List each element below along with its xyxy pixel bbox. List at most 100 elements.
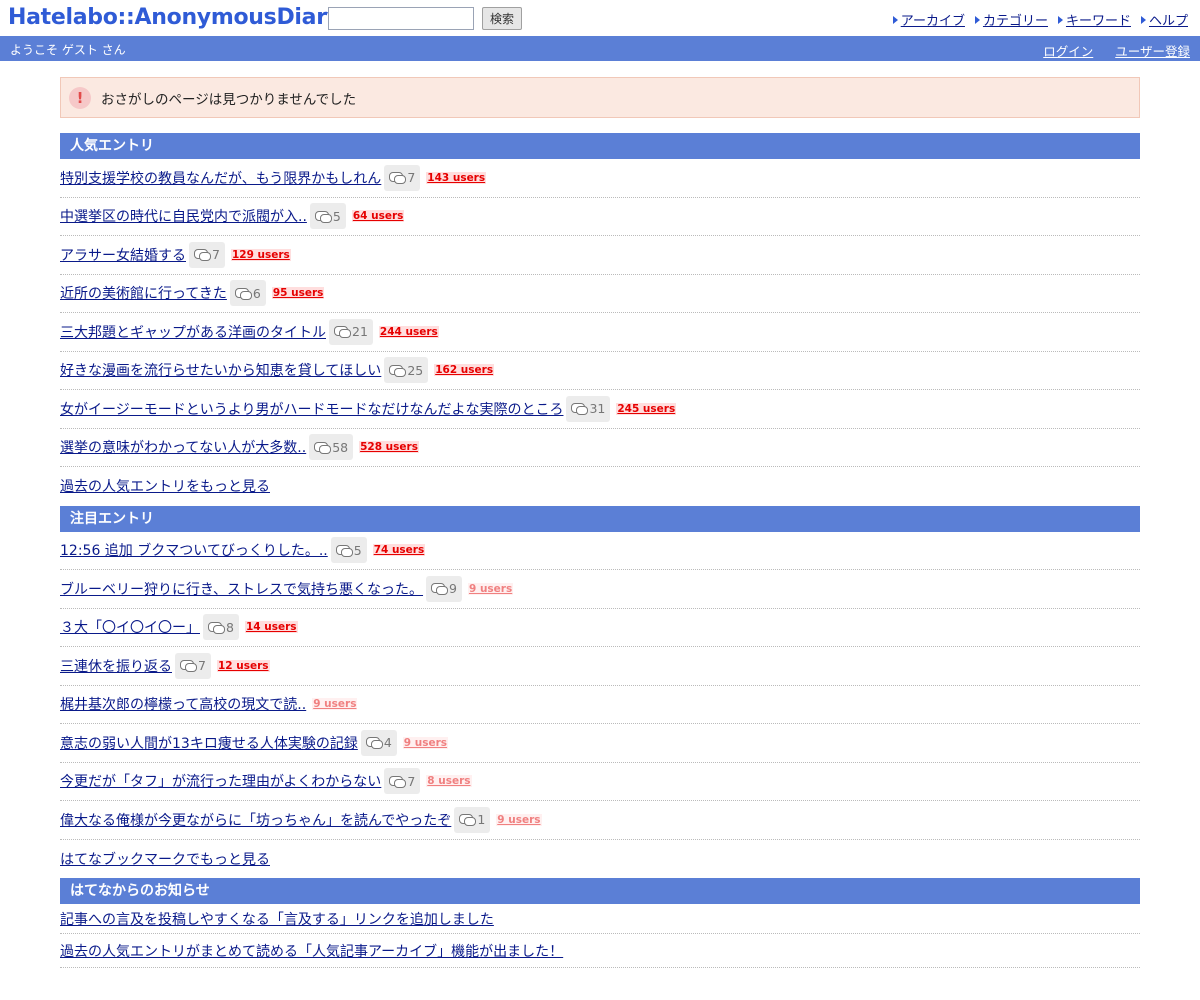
entry-title-link[interactable]: 女がイージーモードというより男がハードモードなだけなんだよな実際のところ xyxy=(60,399,563,419)
nav-help-link[interactable]: ヘルプ xyxy=(1149,10,1188,29)
comment-count-badge[interactable]: 8 xyxy=(203,614,239,641)
comment-bubble-icon xyxy=(314,441,332,454)
notice-message: おさがしのページは見つかりませんでした xyxy=(101,91,357,108)
entry-row: 近所の美術館に行ってきた 6 95 users xyxy=(60,275,1140,313)
entry-row: 12:56 追加 ブクマついてびっくりした。.. 5 74 users xyxy=(60,532,1140,570)
comment-count: 21 xyxy=(352,324,368,340)
entry-title-link[interactable]: 中選挙区の時代に自民党内で派閥が入.. xyxy=(60,206,307,226)
arrow-icon xyxy=(1057,15,1063,24)
entry-title-link[interactable]: 近所の美術館に行ってきた xyxy=(60,283,227,303)
entry-title-link[interactable]: 梶井基次郎の檸檬って高校の現文で読.. xyxy=(60,694,306,714)
popular-more-link[interactable]: 過去の人気エントリをもっと見る xyxy=(60,476,270,496)
comment-count-badge[interactable]: 9 xyxy=(426,575,462,602)
comment-count: 7 xyxy=(407,773,416,789)
comment-count-badge[interactable]: 31 xyxy=(566,395,611,422)
bookmark-users-link[interactable]: 64 users xyxy=(351,210,405,223)
news-link[interactable]: 過去の人気エントリがまとめて読める「人気記事アーカイブ」機能が出ました！ xyxy=(60,941,563,961)
site-logo[interactable]: Hatelabo::AnonymousDiary xyxy=(8,4,341,32)
popular-entry-list: 特別支援学校の教員なんだが、もう限界かもしれん 7 143 users 中選挙区の時代… xyxy=(60,159,1140,467)
comment-bubble-icon xyxy=(334,326,351,339)
nav-category[interactable]: カテゴリー xyxy=(974,10,1048,29)
entry-row: 中選挙区の時代に自民党内で派閥が入.. 5 64 users xyxy=(60,198,1140,236)
nav-archive[interactable]: アーカイブ xyxy=(892,10,965,29)
comment-count-badge[interactable]: 5 xyxy=(309,203,346,230)
entry-row: 今更だが「タフ」が流行った理由がよくわからない 7 8 users xyxy=(60,763,1140,801)
bookmark-users-link[interactable]: 12 users xyxy=(216,659,270,672)
entry-title-link[interactable]: 選挙の意味がわかってない人が大多数.. xyxy=(60,437,306,457)
entry-title-link[interactable]: 偉大なる俺様が今更ながらに「坊っちゃん」を読んでやったぞ xyxy=(60,810,451,830)
bookmark-users-link[interactable]: 129 users xyxy=(230,248,291,261)
top-nav: アーカイブ カテゴリー キーワード ヘルプ xyxy=(892,10,1188,29)
popular-more: 過去の人気エントリをもっと見る xyxy=(60,467,1140,506)
entry-title-link[interactable]: 好きな漫画を流行らせたいから知恵を貸してほしい xyxy=(60,360,381,380)
bookmark-users-link[interactable]: 528 users xyxy=(359,441,419,454)
bookmark-users-link[interactable]: 244 users xyxy=(378,325,439,338)
comment-count-badge[interactable]: 1 xyxy=(454,806,491,833)
comment-bubble-icon xyxy=(335,544,353,557)
welcome-text: ようこそ ゲスト さん xyxy=(10,43,126,57)
user-links: ログイン ユーザー登録 xyxy=(1043,41,1190,60)
entry-title-link[interactable]: ３大「〇イ〇イ〇ー」 xyxy=(60,617,200,637)
entry-title-link[interactable]: 12:56 追加 ブクマついてびっくりした。.. xyxy=(60,540,328,560)
bookmark-users-link[interactable]: 8 users xyxy=(426,775,472,788)
register-link[interactable]: ユーザー登録 xyxy=(1115,41,1190,60)
entry-title-link[interactable]: 意志の弱い人間が13キロ痩せる人体実験の記録 xyxy=(60,733,358,753)
nav-category-link[interactable]: カテゴリー xyxy=(983,10,1048,29)
comment-count-badge[interactable]: 7 xyxy=(384,164,421,191)
comment-bubble-icon xyxy=(365,737,383,750)
entry-row: 意志の弱い人間が13キロ痩せる人体実験の記録 4 9 users xyxy=(60,724,1140,763)
news-item: 記事への言及を投稿しやすくなる「言及する」リンクを追加しました xyxy=(60,904,1140,934)
comment-count-badge[interactable]: 6 xyxy=(229,280,266,307)
entry-row: 三大邦題とギャップがある洋画のタイトル 21 244 users xyxy=(60,313,1140,352)
entry-title-link[interactable]: 特別支援学校の教員なんだが、もう限界かもしれん xyxy=(60,168,381,188)
entry-row: アラサー女結婚する 7 129 users xyxy=(60,236,1140,275)
exclamation-icon: ! xyxy=(69,86,91,109)
bookmark-users-link[interactable]: 14 users xyxy=(244,621,298,634)
bookmark-users-link[interactable]: 9 users xyxy=(402,736,449,749)
comment-bubble-icon xyxy=(389,364,407,377)
attention-more-link[interactable]: はてなブックマークでもっと見る xyxy=(60,849,270,869)
bookmark-users-link[interactable]: 9 users xyxy=(467,582,514,595)
entry-row: 梶井基次郎の檸檬って高校の現文で読.. 9 users xyxy=(60,686,1140,724)
bookmark-users-link[interactable]: 245 users xyxy=(616,402,677,415)
search-input[interactable] xyxy=(328,7,474,30)
comment-count: 7 xyxy=(407,170,416,186)
entry-row: 特別支援学校の教員なんだが、もう限界かもしれん 7 143 users xyxy=(60,159,1140,198)
search-button[interactable]: 検索 xyxy=(482,7,522,30)
bookmark-users-link[interactable]: 143 users xyxy=(426,171,487,184)
comment-count: 7 xyxy=(212,247,220,263)
comment-count-badge[interactable]: 7 xyxy=(175,652,211,679)
nav-keyword[interactable]: キーワード xyxy=(1057,10,1131,29)
login-link[interactable]: ログイン xyxy=(1043,41,1093,60)
attention-entry-list: 12:56 追加 ブクマついてびっくりした。.. 5 74 users ブルーベリー狩… xyxy=(60,532,1140,840)
bookmark-users-link[interactable]: 9 users xyxy=(312,698,358,711)
news-link[interactable]: 記事への言及を投稿しやすくなる「言及する」リンクを追加しました xyxy=(60,909,494,929)
comment-bubble-icon xyxy=(314,210,332,223)
comment-count-badge[interactable]: 21 xyxy=(329,318,373,345)
comment-count-badge[interactable]: 58 xyxy=(309,434,354,461)
entry-title-link[interactable]: 三連休を振り返る xyxy=(60,656,172,676)
comment-count-badge[interactable]: 7 xyxy=(384,768,421,795)
entry-title-link[interactable]: 今更だが「タフ」が流行った理由がよくわからない xyxy=(60,771,381,791)
comment-count-badge[interactable]: 7 xyxy=(189,241,225,268)
comment-bubble-icon xyxy=(234,287,252,300)
nav-help[interactable]: ヘルプ xyxy=(1140,10,1188,29)
entry-title-link[interactable]: アラサー女結婚する xyxy=(60,245,186,265)
comment-count-badge[interactable]: 5 xyxy=(330,537,367,564)
arrow-icon xyxy=(974,15,980,24)
comment-bubble-icon xyxy=(208,621,225,634)
bookmark-users-link[interactable]: 9 users xyxy=(496,813,542,826)
bookmark-users-link[interactable]: 95 users xyxy=(271,287,325,300)
entry-row: 偉大なる俺様が今更ながらに「坊っちゃん」を読んでやったぞ 1 9 users xyxy=(60,801,1140,840)
header: Hatelabo::AnonymousDiary 検索 アーカイブ カテゴリー … xyxy=(0,0,1200,36)
bookmark-users-link[interactable]: 74 users xyxy=(372,544,426,557)
entry-title-link[interactable]: ブルーベリー狩りに行き、ストレスで気持ち悪くなった。 xyxy=(60,579,423,599)
comment-count-badge[interactable]: 4 xyxy=(360,729,397,756)
nav-keyword-link[interactable]: キーワード xyxy=(1066,10,1131,29)
comment-count-badge[interactable]: 25 xyxy=(384,357,429,384)
entry-row: 女がイージーモードというより男がハードモードなだけなんだよな実際のところ 31 24… xyxy=(60,390,1140,429)
entry-title-link[interactable]: 三大邦題とギャップがある洋画のタイトル xyxy=(60,322,326,342)
entry-row: ブルーベリー狩りに行き、ストレスで気持ち悪くなった。 9 9 users xyxy=(60,570,1140,609)
nav-archive-link[interactable]: アーカイブ xyxy=(901,10,965,29)
bookmark-users-link[interactable]: 162 users xyxy=(434,364,495,377)
